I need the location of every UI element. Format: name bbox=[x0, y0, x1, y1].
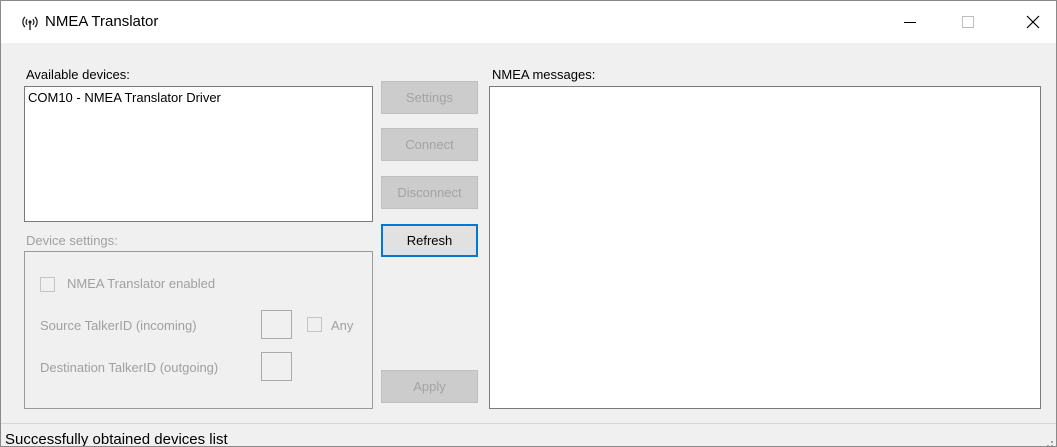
nmea-messages-box[interactable] bbox=[489, 86, 1041, 409]
nmea-messages-label: NMEA messages: bbox=[492, 67, 596, 82]
minimize-icon bbox=[904, 16, 916, 28]
destination-talkerid-label: Destination TalkerID (outgoing) bbox=[40, 360, 219, 375]
device-settings-group: NMEA Translator enabled Source TalkerID … bbox=[24, 251, 373, 409]
any-label: Any bbox=[331, 318, 354, 333]
window-title: NMEA Translator bbox=[45, 13, 159, 30]
resize-grip-icon[interactable] bbox=[1044, 436, 1054, 446]
any-checkbox[interactable] bbox=[307, 317, 322, 332]
translator-enabled-label: NMEA Translator enabled bbox=[67, 276, 216, 291]
status-bar: Successfully obtained devices list bbox=[1, 423, 1056, 447]
device-settings-label: Device settings: bbox=[26, 233, 118, 248]
devices-listbox[interactable]: COM10 - NMEA Translator Driver bbox=[24, 86, 373, 222]
disconnect-button[interactable]: Disconnect bbox=[381, 176, 478, 209]
source-talkerid-label: Source TalkerID (incoming) bbox=[40, 318, 197, 333]
apply-button[interactable]: Apply bbox=[381, 370, 478, 403]
source-talkerid-input[interactable] bbox=[261, 310, 292, 339]
refresh-button[interactable]: Refresh bbox=[381, 224, 478, 257]
app-window: NMEA Translator Available devices: COM10… bbox=[0, 0, 1057, 447]
destination-talkerid-input[interactable] bbox=[261, 352, 292, 381]
device-list-item[interactable]: COM10 - NMEA Translator Driver bbox=[28, 90, 221, 105]
broadcast-antenna-icon bbox=[22, 15, 38, 31]
status-text: Successfully obtained devices list bbox=[5, 431, 228, 447]
connect-button[interactable]: Connect bbox=[381, 128, 478, 161]
available-devices-label: Available devices: bbox=[26, 67, 130, 82]
translator-enabled-checkbox[interactable] bbox=[40, 277, 55, 292]
minimize-button[interactable] bbox=[887, 1, 933, 43]
close-icon bbox=[1026, 15, 1040, 29]
maximize-icon bbox=[962, 16, 974, 28]
maximize-button[interactable] bbox=[945, 1, 991, 43]
title-bar[interactable]: NMEA Translator bbox=[1, 1, 1056, 43]
settings-button[interactable]: Settings bbox=[381, 81, 478, 114]
close-button[interactable] bbox=[1010, 1, 1056, 43]
